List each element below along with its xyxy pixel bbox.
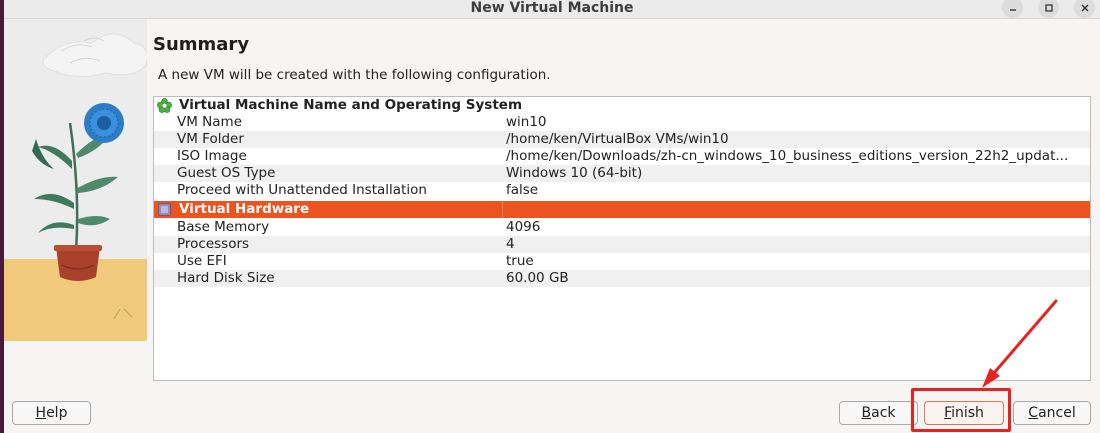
green-gear-icon bbox=[157, 98, 172, 113]
row-key: Processors bbox=[177, 236, 250, 252]
help-mnemonic: H bbox=[35, 405, 47, 421]
section-title: Virtual Machine Name and Operating Syste… bbox=[179, 97, 523, 113]
row-key: Base Memory bbox=[177, 219, 270, 235]
section-vm-name-os[interactable]: Virtual Machine Name and Operating Syste… bbox=[154, 97, 1090, 114]
close-icon bbox=[1081, 4, 1088, 11]
cancel-mnemonic: C bbox=[1028, 405, 1039, 421]
row-key: VM Name bbox=[177, 114, 243, 130]
summary-row: Proceed with Unattended Installation fals… bbox=[154, 182, 1090, 199]
summary-row: Base Memory 4096 bbox=[154, 219, 1090, 236]
back-button[interactable]: Back bbox=[839, 401, 918, 425]
page-title: Summary bbox=[153, 34, 250, 55]
summary-tree[interactable]: Virtual Machine Name and Operating Syste… bbox=[153, 96, 1091, 381]
summary-row: Processors 4 bbox=[154, 236, 1090, 253]
minimize-icon bbox=[1009, 8, 1016, 11]
row-key: Use EFI bbox=[177, 253, 227, 269]
back-label-rest: ack bbox=[871, 405, 896, 421]
annotation-highlight-box bbox=[911, 388, 1011, 432]
row-key: VM Folder bbox=[177, 131, 244, 147]
cancel-label-rest: ancel bbox=[1038, 405, 1076, 421]
row-value: false bbox=[506, 182, 539, 198]
row-value: win10 bbox=[506, 114, 547, 130]
row-value: 4096 bbox=[506, 219, 541, 235]
section-title: Virtual Hardware bbox=[179, 201, 310, 217]
section-virtual-hardware[interactable]: Virtual Hardware bbox=[154, 201, 1090, 218]
potted-flower-illustration bbox=[4, 19, 147, 341]
summary-row: VM Folder/home/ken/VirtualBox VMs/win10 bbox=[154, 131, 1090, 148]
summary-row: ISO Image/home/ken/Downloads/zh-cn_windo… bbox=[154, 148, 1090, 165]
row-value: /home/ken/Downloads/zh-cn_windows_10_bus… bbox=[506, 148, 1069, 164]
row-value: 4 bbox=[506, 236, 515, 252]
help-button[interactable]: Help bbox=[12, 401, 91, 425]
back-mnemonic: B bbox=[861, 405, 872, 421]
summary-row: Guest OS Type Windows 10 (64-bit) bbox=[154, 165, 1090, 182]
row-value: 60.00 GB bbox=[506, 270, 569, 286]
summary-row: Hard Disk Size 60.00 GB bbox=[154, 270, 1090, 287]
page-description: A new VM will be created with the follow… bbox=[158, 67, 551, 83]
window-title: New Virtual Machine bbox=[470, 0, 634, 16]
cancel-button[interactable]: Cancel bbox=[1013, 401, 1091, 425]
column-divider bbox=[502, 201, 503, 218]
row-key: ISO Image bbox=[177, 148, 247, 164]
title-bar: New Virtual Machine bbox=[4, 0, 1100, 19]
row-value: true bbox=[506, 253, 534, 269]
row-value: /home/ken/VirtualBox VMs/win10 bbox=[506, 131, 729, 147]
summary-row: Use EFI true bbox=[154, 253, 1090, 270]
maximize-icon bbox=[1044, 3, 1053, 12]
row-value: Windows 10 (64-bit) bbox=[506, 165, 643, 181]
row-key: Guest OS Type bbox=[177, 165, 276, 181]
row-key: Hard Disk Size bbox=[177, 270, 275, 286]
summary-row: VM Name win10 bbox=[154, 114, 1090, 131]
chip-icon bbox=[158, 203, 171, 216]
wizard-illustration bbox=[4, 19, 147, 341]
help-label-rest: elp bbox=[46, 405, 68, 421]
row-key: Proceed with Unattended Installation bbox=[177, 182, 427, 198]
